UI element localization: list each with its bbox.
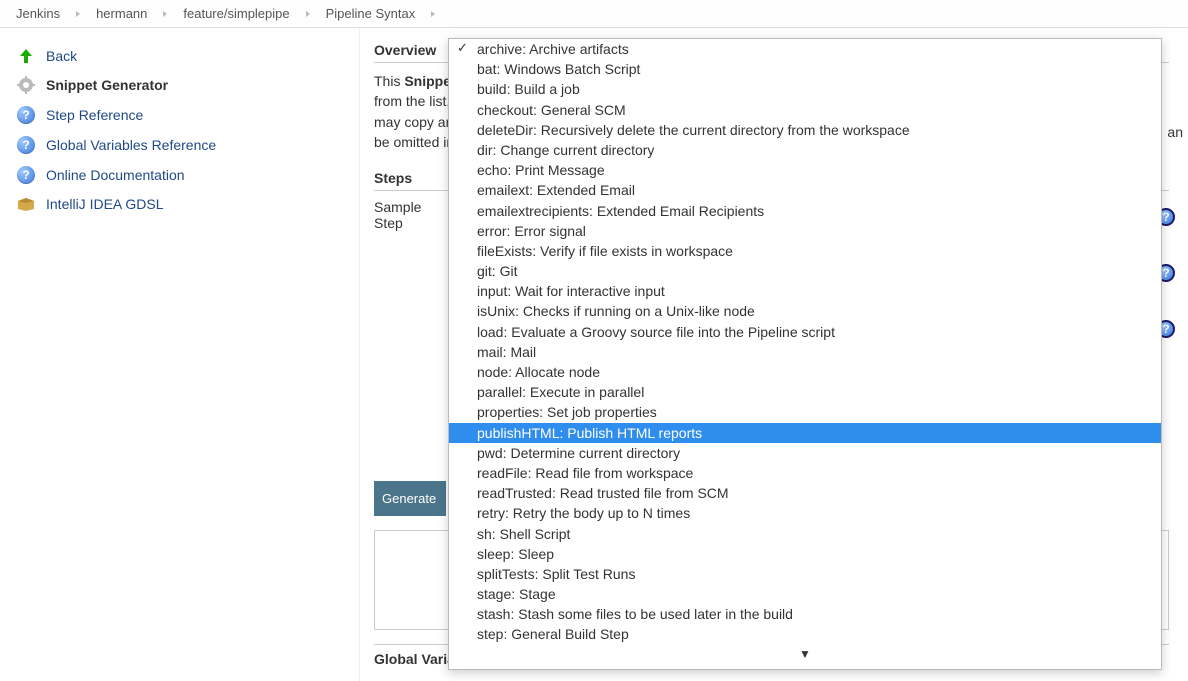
chevron-right-icon — [306, 11, 310, 17]
sample-step-label: Sample Step — [374, 199, 449, 231]
crumb-pipeline-syntax[interactable]: Pipeline Syntax — [320, 6, 422, 21]
crumb-branch[interactable]: feature/simplepipe — [177, 6, 295, 21]
dropdown-option[interactable]: echo: Print Message — [449, 160, 1161, 180]
sidebar-item-snippet-generator[interactable]: Snippet Generator — [12, 70, 347, 100]
sidebar-item-step-reference[interactable]: ? Step Reference — [12, 100, 347, 130]
dropdown-option[interactable]: emailextrecipients: Extended Email Recip… — [449, 201, 1161, 221]
help-icon: ? — [14, 166, 38, 184]
arrow-up-icon — [14, 48, 38, 64]
dropdown-option[interactable]: build: Build a job — [449, 79, 1161, 99]
sample-step-dropdown[interactable]: archive: Archive artifactsbat: Windows B… — [448, 38, 1162, 670]
dropdown-option[interactable]: load: Evaluate a Groovy source file into… — [449, 322, 1161, 342]
sidebar-item-global-variables[interactable]: ? Global Variables Reference — [12, 130, 347, 160]
chevron-right-icon — [76, 11, 80, 17]
crumb-hermann[interactable]: hermann — [90, 6, 153, 21]
dropdown-option[interactable]: step: General Build Step — [449, 624, 1161, 644]
package-icon — [14, 197, 38, 211]
dropdown-option[interactable]: dir: Change current directory — [449, 140, 1161, 160]
generate-button[interactable]: Generate — [374, 481, 446, 516]
dropdown-option[interactable]: pwd: Determine current directory — [449, 443, 1161, 463]
dropdown-option[interactable]: fileExists: Verify if file exists in wor… — [449, 241, 1161, 261]
help-icon: ? — [14, 136, 38, 154]
dropdown-option[interactable]: stash: Stash some files to be used later… — [449, 604, 1161, 624]
dropdown-option[interactable]: node: Allocate node — [449, 362, 1161, 382]
overview-right-fragment: an — [1167, 124, 1183, 140]
sidebar-item-intellij-gdsl[interactable]: IntelliJ IDEA GDSL — [12, 190, 347, 218]
dropdown-option[interactable]: deleteDir: Recursively delete the curren… — [449, 120, 1161, 140]
help-icon: ? — [14, 106, 38, 124]
sidebar-item-label: Global Variables Reference — [46, 137, 216, 153]
dropdown-option[interactable]: splitTests: Split Test Runs — [449, 564, 1161, 584]
dropdown-option[interactable]: input: Wait for interactive input — [449, 281, 1161, 301]
dropdown-option[interactable]: emailext: Extended Email — [449, 180, 1161, 200]
dropdown-option[interactable]: properties: Set job properties — [449, 402, 1161, 422]
dropdown-option[interactable]: stage: Stage — [449, 584, 1161, 604]
dropdown-option[interactable]: publishHTML: Publish HTML reports — [449, 423, 1161, 443]
breadcrumb: Jenkins hermann feature/simplepipe Pipel… — [0, 0, 1188, 28]
dropdown-option[interactable]: sh: Shell Script — [449, 524, 1161, 544]
dropdown-option[interactable]: checkout: General SCM — [449, 100, 1161, 120]
sidebar-item-label: IntelliJ IDEA GDSL — [46, 196, 164, 212]
dropdown-option[interactable]: sleep: Sleep — [449, 544, 1161, 564]
overview-fragment: This — [374, 73, 404, 89]
dropdown-option[interactable]: isUnix: Checks if running on a Unix-like… — [449, 301, 1161, 321]
dropdown-option[interactable]: retry: Retry the body up to N times — [449, 503, 1161, 523]
sidebar-item-back[interactable]: Back — [12, 42, 347, 70]
dropdown-option[interactable]: readFile: Read file from workspace — [449, 463, 1161, 483]
sidebar-item-label: Back — [46, 48, 77, 64]
sidebar: Back Snippet Generator ? Step Reference … — [0, 28, 360, 681]
gear-icon — [14, 76, 38, 94]
dropdown-option[interactable]: mail: Mail — [449, 342, 1161, 362]
chevron-down-icon[interactable]: ▼ — [449, 647, 1161, 661]
sidebar-item-label: Step Reference — [46, 107, 143, 123]
dropdown-option[interactable]: git: Git — [449, 261, 1161, 281]
sidebar-item-online-docs[interactable]: ? Online Documentation — [12, 160, 347, 190]
sidebar-item-label: Snippet Generator — [46, 77, 168, 93]
dropdown-option[interactable]: readTrusted: Read trusted file from SCM — [449, 483, 1161, 503]
dropdown-option[interactable]: archive: Archive artifacts — [449, 39, 1161, 59]
crumb-jenkins[interactable]: Jenkins — [10, 6, 66, 21]
dropdown-option[interactable]: parallel: Execute in parallel — [449, 382, 1161, 402]
chevron-right-icon — [431, 11, 435, 17]
dropdown-option[interactable]: error: Error signal — [449, 221, 1161, 241]
overview-fragment: be omitted in — [374, 134, 454, 150]
dropdown-option[interactable]: bat: Windows Batch Script — [449, 59, 1161, 79]
chevron-right-icon — [163, 11, 167, 17]
sidebar-item-label: Online Documentation — [46, 167, 185, 183]
